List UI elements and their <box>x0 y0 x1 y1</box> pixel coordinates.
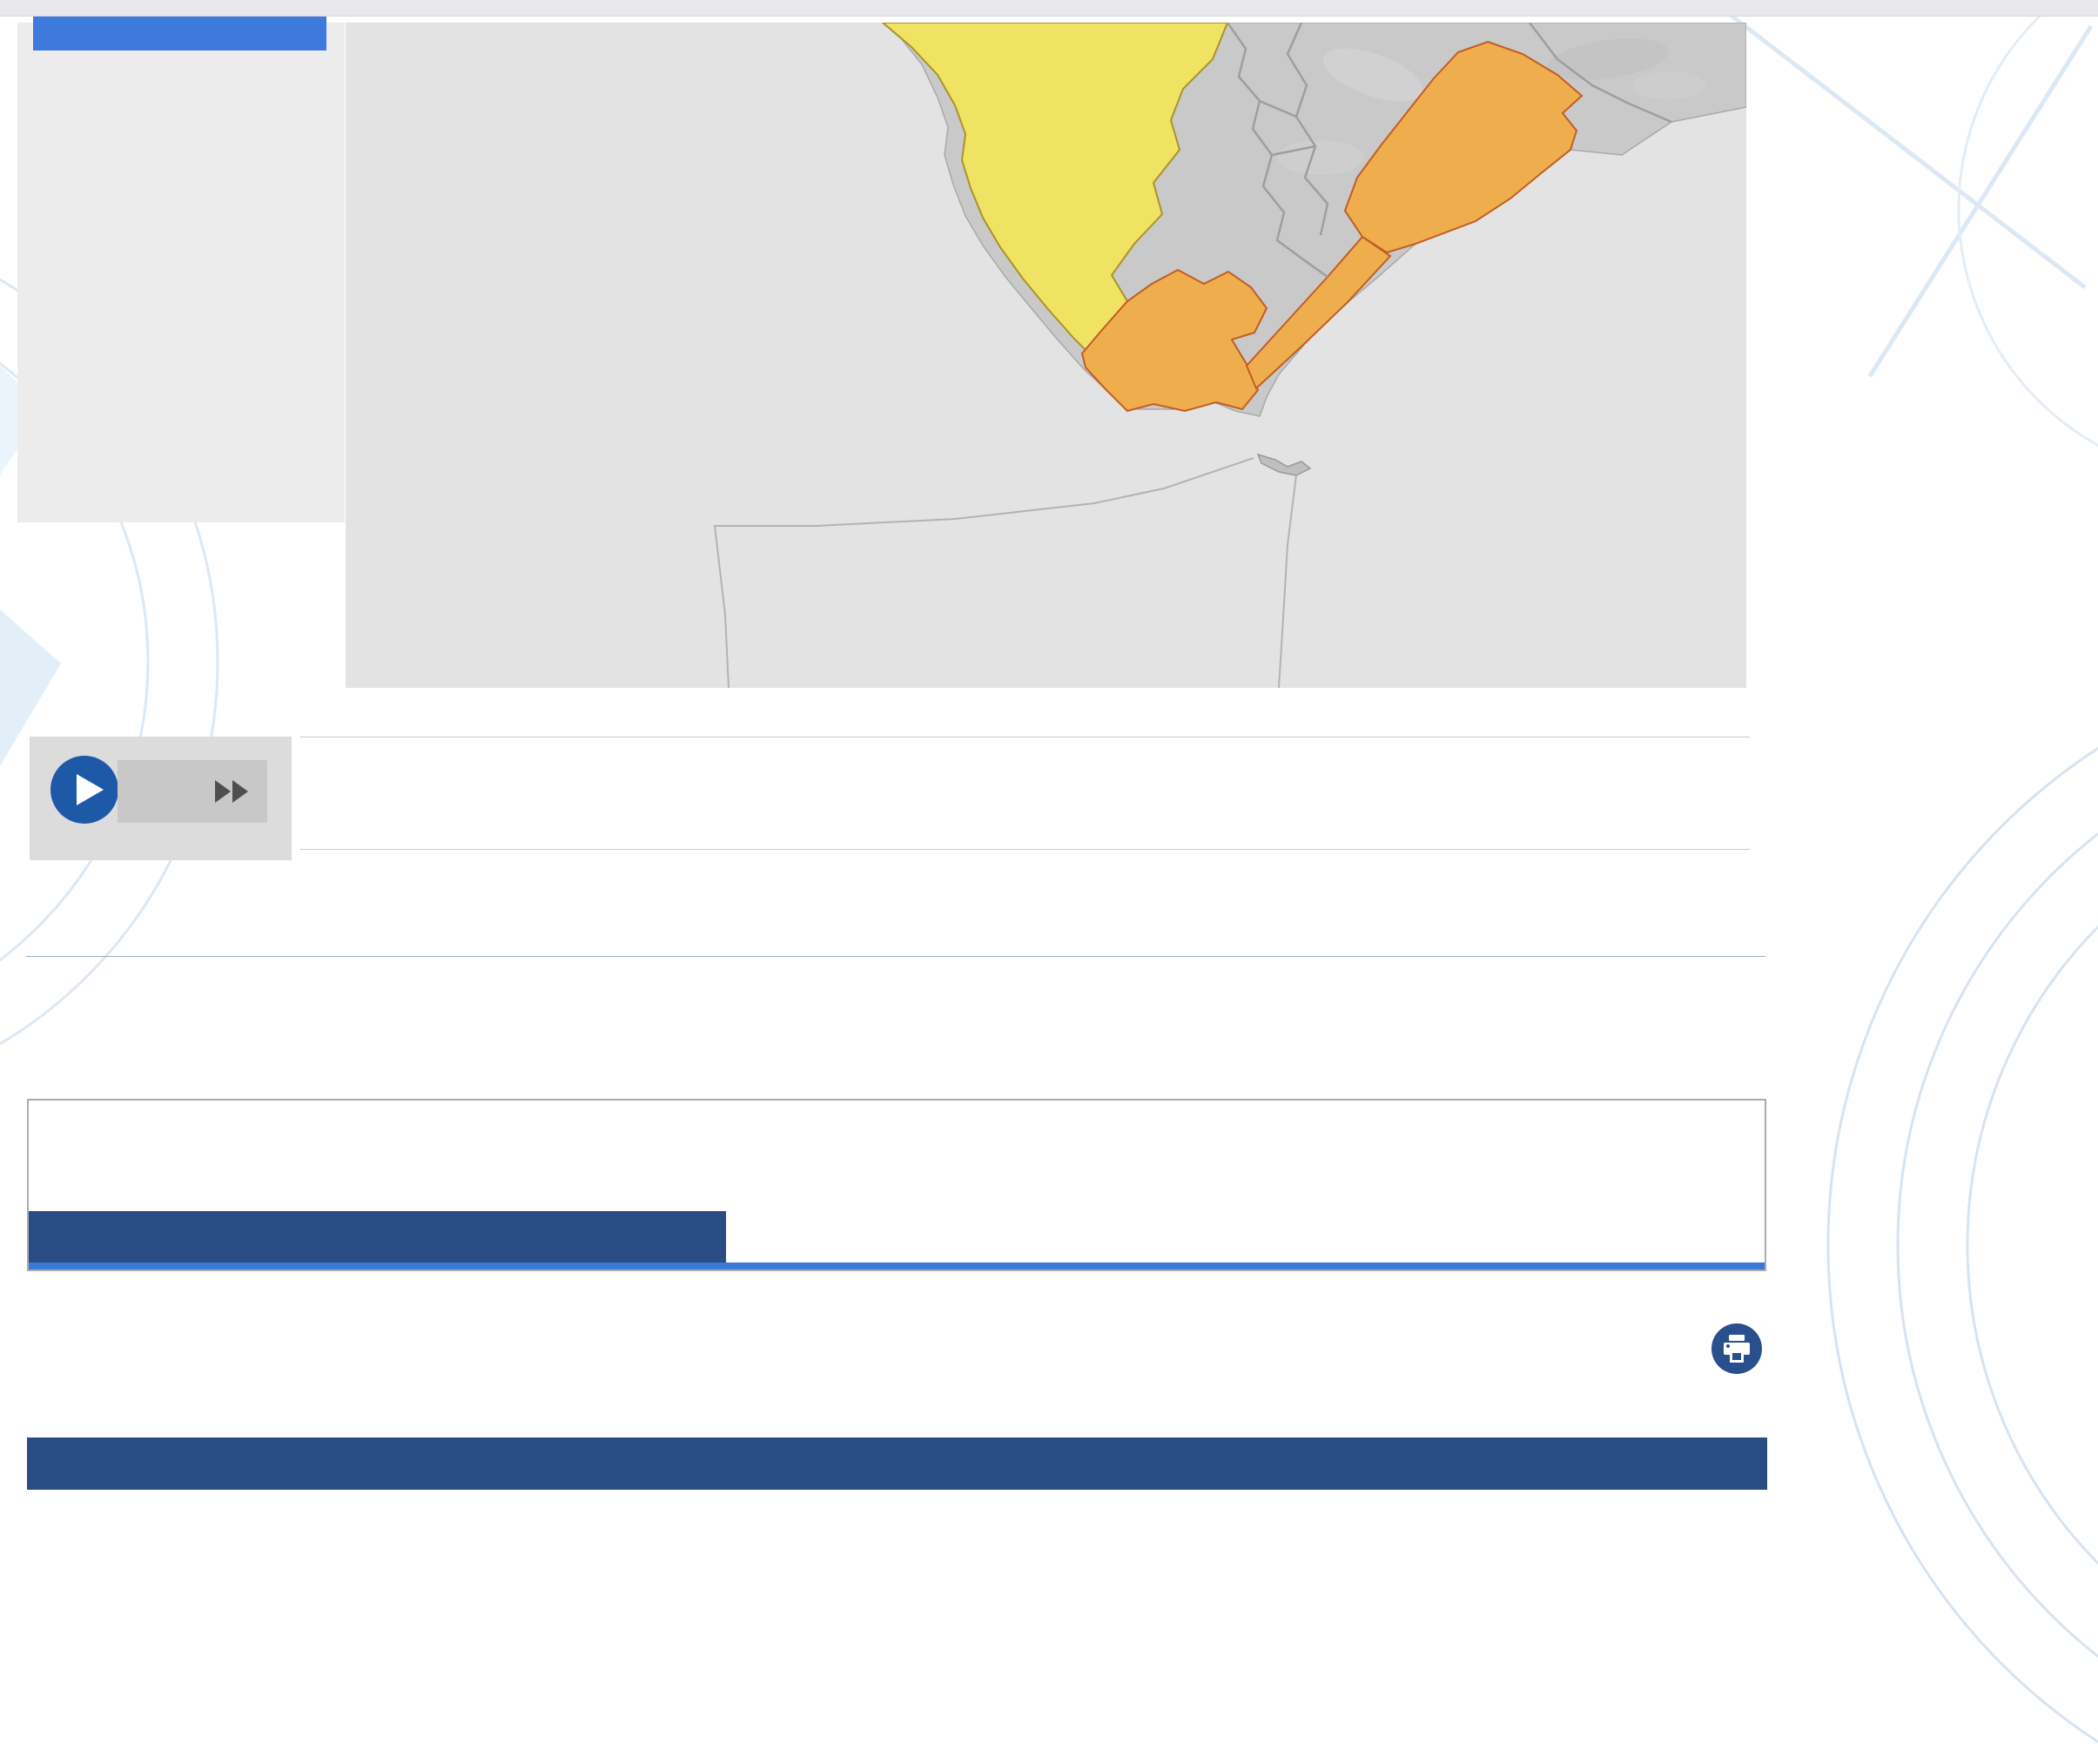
filter-sidebar <box>17 23 345 522</box>
warnings-table <box>27 1437 1767 1490</box>
avisos-timeline <box>27 1099 1766 1271</box>
divider <box>26 956 1765 957</box>
map-labels <box>346 23 1746 688</box>
day-label-bar <box>29 1211 726 1262</box>
table-caption <box>28 1438 1767 1490</box>
animation-player <box>30 737 292 860</box>
speed-control <box>118 760 267 823</box>
top-band <box>0 0 2098 17</box>
warning-map[interactable] <box>346 23 1746 688</box>
date-tab-strip <box>300 737 1750 850</box>
play-button[interactable] <box>50 756 118 824</box>
fast-forward-icon[interactable] <box>213 778 252 805</box>
timeline-accent-strip <box>29 1262 1765 1269</box>
print-button[interactable] <box>1711 1323 1762 1374</box>
